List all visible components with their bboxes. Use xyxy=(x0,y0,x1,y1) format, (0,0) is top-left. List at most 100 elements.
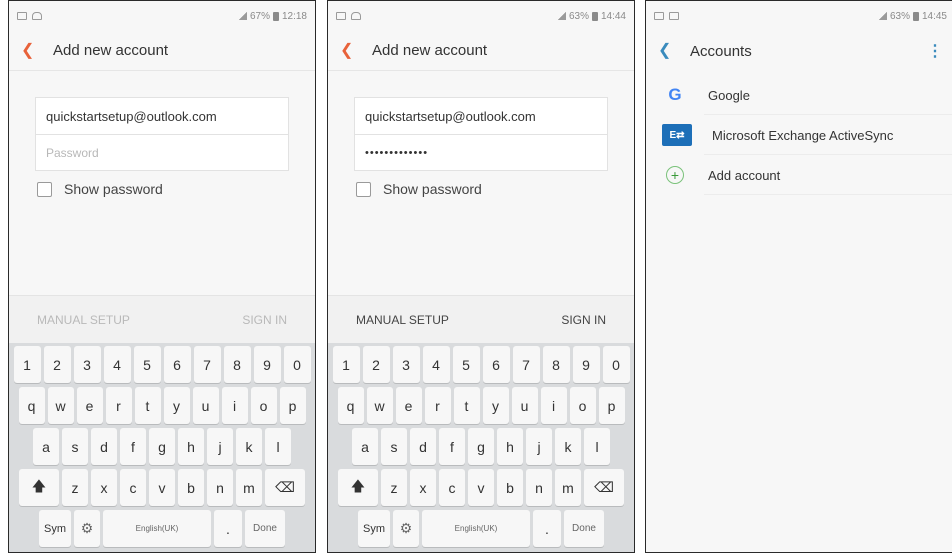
key-j[interactable]: j xyxy=(526,428,552,465)
key-m[interactable]: m xyxy=(236,469,262,506)
key-n[interactable]: n xyxy=(207,469,233,506)
email-field[interactable]: quickstartsetup@outlook.com xyxy=(355,98,607,134)
period-key[interactable]: . xyxy=(533,510,561,547)
key-i[interactable]: i xyxy=(221,387,248,424)
key-1[interactable]: 1 xyxy=(13,346,41,383)
account-item-exchange[interactable]: E⇄ Microsoft Exchange ActiveSync xyxy=(646,115,952,155)
show-password-row[interactable]: Show password xyxy=(37,181,163,197)
sym-key[interactable]: Sym xyxy=(39,510,71,547)
key-9[interactable]: 9 xyxy=(572,346,600,383)
key-6[interactable]: 6 xyxy=(163,346,191,383)
key-5[interactable]: 5 xyxy=(452,346,480,383)
key-d[interactable]: d xyxy=(91,428,117,465)
key-g[interactable]: g xyxy=(468,428,494,465)
key-0[interactable]: 0 xyxy=(602,346,630,383)
key-h[interactable]: h xyxy=(178,428,204,465)
key-q[interactable]: q xyxy=(18,387,45,424)
key-4[interactable]: 4 xyxy=(422,346,450,383)
key-x[interactable]: x xyxy=(410,469,436,506)
chevron-left-icon[interactable]: ❮ xyxy=(658,43,678,59)
key-z[interactable]: z xyxy=(62,469,88,506)
sym-key[interactable]: Sym xyxy=(358,510,390,547)
key-k[interactable]: k xyxy=(236,428,262,465)
chevron-left-icon[interactable]: ❮ xyxy=(340,42,360,59)
key-o[interactable]: o xyxy=(569,387,596,424)
key-r[interactable]: r xyxy=(424,387,451,424)
manual-setup-button[interactable]: MANUAL SETUP xyxy=(356,313,449,327)
space-key[interactable]: English(UK) xyxy=(422,510,530,547)
manual-setup-button[interactable]: MANUAL SETUP xyxy=(37,313,130,327)
key-u[interactable]: u xyxy=(192,387,219,424)
gear-icon[interactable]: ⚙ xyxy=(74,510,100,547)
key-y[interactable]: y xyxy=(482,387,509,424)
key-z[interactable]: z xyxy=(381,469,407,506)
period-key[interactable]: . xyxy=(214,510,242,547)
key-4[interactable]: 4 xyxy=(103,346,131,383)
key-s[interactable]: s xyxy=(62,428,88,465)
key-a[interactable]: a xyxy=(33,428,59,465)
key-i[interactable]: i xyxy=(540,387,567,424)
shift-icon[interactable]: 🡅 xyxy=(19,469,59,506)
key-u[interactable]: u xyxy=(511,387,538,424)
email-field[interactable]: quickstartsetup@outlook.com xyxy=(36,98,288,134)
key-p[interactable]: p xyxy=(279,387,306,424)
key-j[interactable]: j xyxy=(207,428,233,465)
kebab-menu-icon[interactable]: ⋮ xyxy=(927,41,943,61)
key-3[interactable]: 3 xyxy=(73,346,101,383)
key-2[interactable]: 2 xyxy=(43,346,71,383)
key-7[interactable]: 7 xyxy=(193,346,221,383)
key-t[interactable]: t xyxy=(134,387,161,424)
key-5[interactable]: 5 xyxy=(133,346,161,383)
show-password-checkbox[interactable] xyxy=(356,181,371,197)
key-8[interactable]: 8 xyxy=(223,346,251,383)
key-6[interactable]: 6 xyxy=(482,346,510,383)
key-2[interactable]: 2 xyxy=(362,346,390,383)
chevron-left-icon[interactable]: ❮ xyxy=(21,42,41,59)
key-k[interactable]: k xyxy=(555,428,581,465)
password-field[interactable]: ••••••••••••• xyxy=(355,134,607,170)
done-key[interactable]: Done xyxy=(564,510,604,547)
show-password-row[interactable]: Show password xyxy=(356,181,482,197)
key-1[interactable]: 1 xyxy=(332,346,360,383)
space-key[interactable]: English(UK) xyxy=(103,510,211,547)
key-f[interactable]: f xyxy=(439,428,465,465)
key-3[interactable]: 3 xyxy=(392,346,420,383)
key-t[interactable]: t xyxy=(453,387,480,424)
key-m[interactable]: m xyxy=(555,469,581,506)
gear-icon[interactable]: ⚙ xyxy=(393,510,419,547)
done-key[interactable]: Done xyxy=(245,510,285,547)
key-0[interactable]: 0 xyxy=(283,346,311,383)
key-8[interactable]: 8 xyxy=(542,346,570,383)
key-v[interactable]: v xyxy=(468,469,494,506)
key-e[interactable]: e xyxy=(76,387,103,424)
key-c[interactable]: c xyxy=(120,469,146,506)
add-account-button[interactable]: + Add account xyxy=(646,155,952,195)
key-g[interactable]: g xyxy=(149,428,175,465)
key-a[interactable]: a xyxy=(352,428,378,465)
key-l[interactable]: l xyxy=(584,428,610,465)
key-c[interactable]: c xyxy=(439,469,465,506)
key-f[interactable]: f xyxy=(120,428,146,465)
password-field[interactable]: Password xyxy=(36,134,288,170)
key-p[interactable]: p xyxy=(598,387,625,424)
key-e[interactable]: e xyxy=(395,387,422,424)
sign-in-button[interactable]: SIGN IN xyxy=(242,313,287,327)
key-b[interactable]: b xyxy=(497,469,523,506)
key-o[interactable]: o xyxy=(250,387,277,424)
key-l[interactable]: l xyxy=(265,428,291,465)
backspace-icon[interactable]: ⌫ xyxy=(265,469,305,506)
key-q[interactable]: q xyxy=(337,387,364,424)
key-w[interactable]: w xyxy=(366,387,393,424)
key-n[interactable]: n xyxy=(526,469,552,506)
show-password-checkbox[interactable] xyxy=(37,181,52,197)
key-d[interactable]: d xyxy=(410,428,436,465)
key-x[interactable]: x xyxy=(91,469,117,506)
backspace-icon[interactable]: ⌫ xyxy=(584,469,624,506)
account-item-google[interactable]: G Google xyxy=(646,75,952,115)
key-y[interactable]: y xyxy=(163,387,190,424)
key-b[interactable]: b xyxy=(178,469,204,506)
key-h[interactable]: h xyxy=(497,428,523,465)
key-w[interactable]: w xyxy=(47,387,74,424)
key-r[interactable]: r xyxy=(105,387,132,424)
key-9[interactable]: 9 xyxy=(253,346,281,383)
